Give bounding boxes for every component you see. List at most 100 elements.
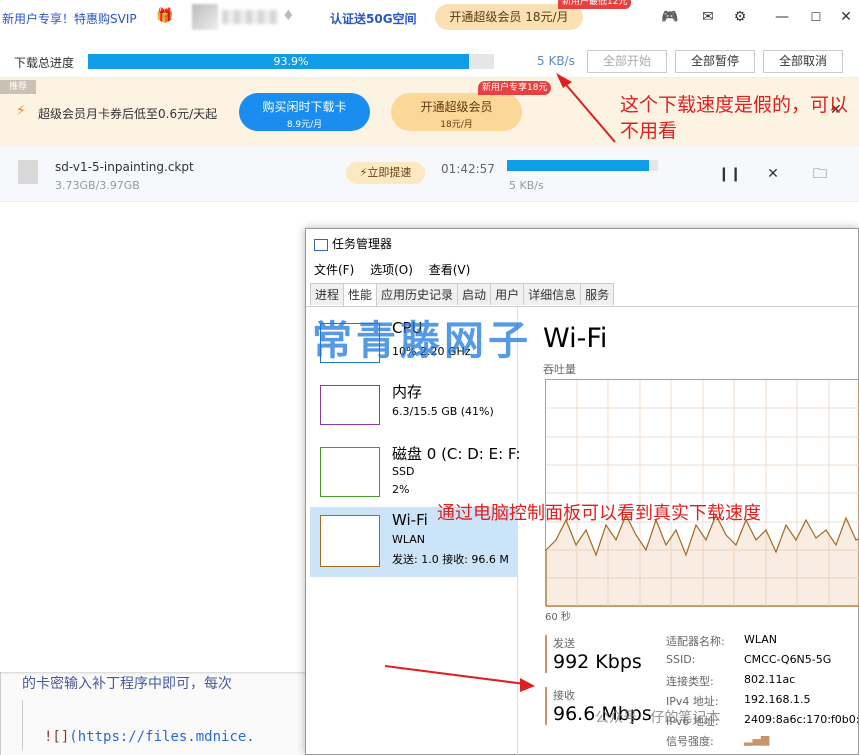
task-manager-title: 任务管理器 [314,235,392,252]
download-item-row[interactable]: sd-v1-5-inpainting.ckpt 3.73GB/3.97GB ⚡立… [0,146,859,202]
buy-idle-card-label: 购买闲时下载卡 [262,100,347,114]
svip-promo-link[interactable]: 新用户专享！特惠购SVIP [2,10,137,27]
cancel-all-button[interactable]: 全部取消 [763,50,843,73]
pause-all-button[interactable]: 全部暂停 [675,50,755,73]
performance-panel: CPU 10% 2.20 GHz 内存 6.3/15.5 GB (41%) 磁盘… [306,306,859,755]
pause-icon[interactable]: ❙❙ [718,164,741,184]
menu-file[interactable]: 文件(F) [314,263,354,277]
cancel-icon[interactable]: ✕ [763,164,783,184]
detail-signal: 信号强度: ▂▄▆ [666,733,769,749]
minimize-icon[interactable]: — [772,7,792,27]
markdown-link[interactable]: (https://files.mdnice. [69,729,254,745]
total-speed: 5 KB/s [537,54,575,68]
vip-new-user-badge: 新用户专享18元 [478,81,552,95]
wifi-title: Wi-Fi [543,323,608,354]
detail-value: 192.168.1.5 [744,693,811,706]
total-progress-bar: 93.9% [88,54,494,69]
document-markdown-line: ![](https://files.mdnice. [44,729,255,745]
file-icon [18,160,38,184]
task-manager-title-text: 任务管理器 [332,237,393,251]
folder-icon[interactable]: 🗀 [810,164,830,184]
resource-title: 内存 [392,383,423,401]
resource-sub: 发送: 1.0 接收: 96.6 M [392,553,509,566]
detail-key: 连接类型: [666,675,714,688]
total-progress-percent: 93.9% [273,55,309,68]
tab-startup[interactable]: 启动 [457,283,492,305]
memory-mini-graph [320,385,380,425]
banner-text: 超级会员月卡券后低至0.6元/天起 [38,107,218,121]
menu-view[interactable]: 查看(V) [429,263,471,277]
resource-title: 磁盘 0 (C: D: E: F: [392,445,521,463]
resource-list: CPU 10% 2.20 GHz 内存 6.3/15.5 GB (41%) 磁盘… [306,307,521,755]
boost-label: 立即提速 [367,166,412,179]
file-progress-bar [507,160,658,171]
maximize-icon[interactable]: ☐ [806,7,826,27]
file-size: 3.73GB/3.97GB [55,179,140,192]
resource-memory[interactable]: 内存 6.3/15.5 GB (41%) [310,377,518,447]
file-name: sd-v1-5-inpainting.ckpt [55,160,194,174]
send-value: 992 Kbps [553,651,642,673]
detail-adapter: 适配器名称: WLAN [666,633,777,649]
wifi-mini-graph [320,515,380,567]
resource-sub: WLAN [392,533,426,546]
detail-key: SSID: [666,653,696,666]
tab-performance[interactable]: 性能 [343,283,378,307]
detail-value: CMCC-Q6N5-5G [744,653,832,666]
send-stat: 发送 992 Kbps [545,635,642,673]
menu-options[interactable]: 选项(O) [370,263,413,277]
remaining-time: 01:42:57 [441,162,495,176]
document-gutter [22,700,23,750]
diamond-icon: ♦ [282,8,295,24]
detail-key: 适配器名称: [666,635,725,648]
detail-value: WLAN [744,633,778,646]
buy-idle-card-price: 8.9元/月 [286,120,323,130]
resource-sub: 2% [392,483,410,496]
signal-bars-icon: ▂▄▆ [744,733,770,746]
auth-bonus-link[interactable]: 认证送50G空间 [330,10,417,27]
send-label: 发送 [553,637,575,650]
game-icon[interactable]: 🎮 [660,7,680,27]
detail-key: 信号强度: [666,735,714,748]
tab-details[interactable]: 详细信息 [523,283,582,305]
open-vip-label: 开通超级会员 [420,100,493,114]
markdown-image-syntax: ![] [44,729,70,745]
username-blurred [222,10,278,24]
throughput-label: 吞吐量 [543,363,576,376]
avatar[interactable] [192,4,218,30]
detail-ssid: SSID: CMCC-Q6N5-5G [666,653,831,666]
disk-mini-graph [320,447,380,497]
start-all-button[interactable]: 全部开始 [587,50,667,73]
annotation-real-speed: 通过电脑控制面板可以看到真实下载速度 [437,503,761,524]
resource-sub: SSD [392,465,415,478]
throughput-graph [545,379,859,607]
resource-title: Wi-Fi [392,511,428,529]
graph-time-label: 60 秒 [545,612,571,623]
receive-label: 接收 [553,689,575,702]
file-speed: 5 KB/s [509,179,544,192]
open-vip-button[interactable]: 开通超级会员 18元/月 [391,93,522,131]
menu-bar: 文件(F) 选项(O) 查看(V) [314,261,482,278]
detail-value: 802.11ac [744,673,796,686]
detail-connection-type: 连接类型: 802.11ac [666,673,795,689]
close-icon[interactable]: ✕ [836,7,856,27]
top-vip-badge: 新用户最低12元 [558,0,632,9]
gift-icon[interactable]: 🎁 [156,8,173,24]
top-bar: 新用户专享！特惠购SVIP 🎁 ♦ 认证送50G空间 开通超级会员 18元/月 … [0,0,859,36]
tab-users[interactable]: 用户 [490,283,525,305]
buy-idle-card-button[interactable]: 购买闲时下载卡 8.9元/月 [239,93,370,131]
mail-icon[interactable]: ✉ [698,7,718,27]
detail-value: 2409:8a6c:170:f0b0: [744,713,859,726]
recommend-tag: 推荐 [0,80,36,94]
tab-app-history[interactable]: 应用历史记录 [376,283,459,305]
annotation-fake-speed: 这个下载速度是假的，可以不用看 [620,94,849,142]
tab-services[interactable]: 服务 [580,283,615,305]
boost-button[interactable]: ⚡立即提速 [346,162,425,184]
settings-icon[interactable]: ⚙ [730,7,750,27]
open-vip-price: 18元/月 [440,120,473,130]
task-manager-icon [314,238,328,251]
resource-sub: 6.3/15.5 GB (41%) [392,405,494,418]
tab-bar: 进程 性能 应用历史记录 启动 用户 详细信息 服务 [310,283,615,307]
footer-watermark: 公众号 · 仔的笔记本 [595,710,721,726]
tab-processes[interactable]: 进程 [310,283,345,305]
throughput-graph-svg [546,380,859,607]
